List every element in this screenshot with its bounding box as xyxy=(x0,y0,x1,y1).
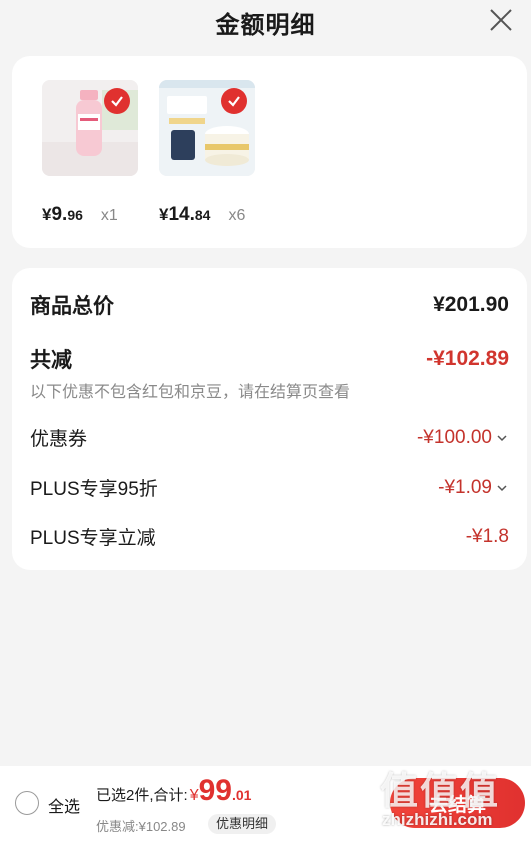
price-decimal: 96 xyxy=(67,207,83,223)
checkout-label: 去结算 xyxy=(428,794,486,816)
formula-can-image[interactable] xyxy=(159,80,255,176)
total-price-value: ¥201.90 xyxy=(433,293,509,316)
header: 金额明细 xyxy=(0,0,531,44)
price-currency: ¥ xyxy=(42,205,52,224)
product-price: ¥ 9. 96 x1 xyxy=(42,204,118,226)
plus95-label: PLUS专享95折 xyxy=(30,479,158,500)
page-title: 金额明细 xyxy=(215,11,316,39)
total-price-label: 商品总价 xyxy=(30,295,114,318)
discount-note: 以下优惠不包含红包和京豆，请在结算页查看 xyxy=(30,384,351,401)
coupon-row[interactable]: 优惠券 -¥100.00 xyxy=(30,424,509,451)
checkout-button[interactable]: 去结算 xyxy=(390,778,525,828)
product-price: ¥ 14. 84 x6 xyxy=(159,204,245,226)
selected-check-icon xyxy=(104,88,130,114)
price-currency: ¥ xyxy=(159,205,169,224)
price-integer: 14. xyxy=(168,204,195,225)
price-decimal: 84 xyxy=(194,207,211,223)
plus95-value-wrap: -¥1.09 xyxy=(438,477,509,499)
selected-total: 已选2件,合计: ¥ 99 .01 xyxy=(96,774,252,807)
coupon-value: -¥100.00 xyxy=(416,426,492,448)
coupon-value-wrap: -¥100.00 xyxy=(417,427,509,449)
selected-count-text: 已选2件,合计: xyxy=(96,787,188,804)
chevron-down-icon xyxy=(497,484,507,491)
close-icon xyxy=(490,9,512,31)
plus-instant-label: PLUS专享立减 xyxy=(30,528,156,549)
total-reduce-row: 共减 -¥102.89 xyxy=(30,344,509,374)
product-quantity: x1 xyxy=(100,207,118,224)
discount-detail-button[interactable]: 优惠明细 xyxy=(208,814,277,834)
total-reduce-value: -¥102.89 xyxy=(426,347,509,370)
product-card: ¥ 9. 96 x1 ¥ 14. 84 x6 xyxy=(12,56,527,248)
plus95-value: -¥1.09 xyxy=(438,476,492,498)
product-item[interactable]: ¥ 14. 84 x6 xyxy=(159,80,259,225)
plus-instant-row: PLUS专享立减 -¥1.8 xyxy=(30,523,509,550)
plus95-row[interactable]: PLUS专享95折 -¥1.09 xyxy=(30,474,509,501)
chevron-down-icon xyxy=(497,434,507,441)
close-button[interactable] xyxy=(485,4,517,36)
product-quantity: x6 xyxy=(228,207,246,224)
price-integer: 9. xyxy=(51,204,68,225)
total-price-row: 商品总价 ¥201.90 xyxy=(30,290,509,320)
select-all-radio[interactable] xyxy=(15,791,39,815)
total-decimal: .01 xyxy=(231,787,252,803)
total-integer: 99 xyxy=(198,774,232,807)
price-summary-card: 商品总价 ¥201.90 共减 -¥102.89 以下优惠不包含红包和京豆，请在… xyxy=(12,268,527,570)
drink-bottle-image[interactable] xyxy=(42,80,138,176)
coupon-label: 优惠券 xyxy=(30,429,88,450)
checkout-bar: 全选 已选2件,合计: ¥ 99 .01 优惠减:¥102.89 优惠明细 去结… xyxy=(0,766,531,842)
total-reduce-label: 共减 xyxy=(30,349,72,372)
plus-instant-value: -¥1.8 xyxy=(465,525,509,547)
selected-check-icon xyxy=(221,88,247,114)
total-currency: ¥ xyxy=(189,787,199,804)
select-all-label[interactable]: 全选 xyxy=(48,793,80,817)
discount-total-text: 优惠减:¥102.89 xyxy=(96,819,186,834)
product-item[interactable]: ¥ 9. 96 x1 xyxy=(42,80,142,225)
